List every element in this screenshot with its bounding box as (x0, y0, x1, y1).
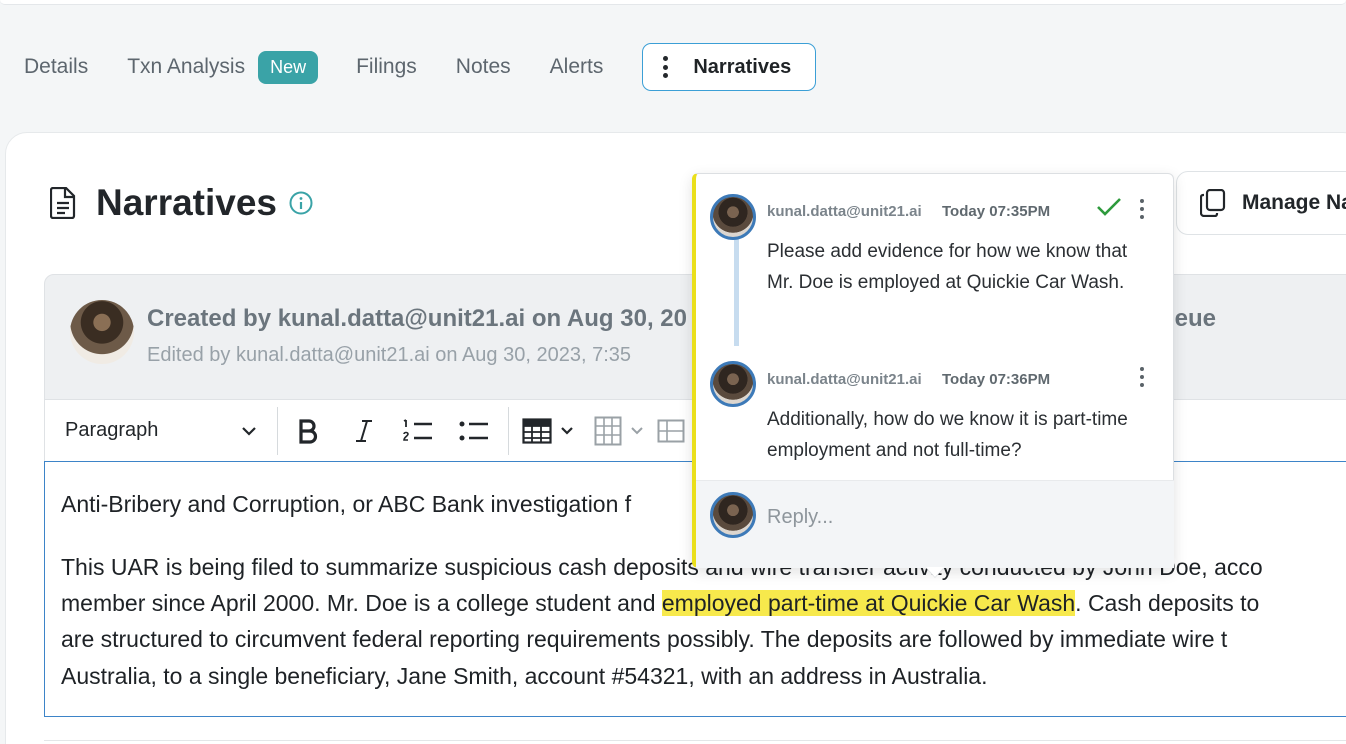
comment-body: Please add evidence for how we know that… (767, 241, 1128, 293)
tab-details[interactable]: Details (24, 55, 88, 79)
tab-alerts[interactable]: Alerts (550, 55, 604, 79)
top-bar (0, 0, 1346, 5)
comment-menu-icon[interactable] (1140, 367, 1144, 387)
table-row-icon (657, 419, 685, 442)
tab-notes[interactable]: Notes (456, 55, 511, 79)
page-title-row: Narratives (50, 182, 313, 224)
tab-filings[interactable]: Filings (356, 55, 417, 79)
info-icon[interactable] (289, 191, 313, 215)
divider (44, 740, 1346, 741)
editor-line: are structured to circumvent federal rep… (61, 626, 1228, 652)
chevron-down-icon (631, 426, 643, 434)
chevron-down-icon (561, 426, 573, 435)
comment-author: kunal.datta@unit21.ai (767, 371, 922, 388)
comment-author: kunal.datta@unit21.ai (767, 203, 922, 220)
table-column-button[interactable] (587, 400, 651, 462)
insert-table-button[interactable] (509, 400, 587, 462)
new-badge: New (258, 50, 319, 84)
bullet-list-icon (459, 421, 488, 440)
comment-menu-icon[interactable] (1140, 199, 1144, 219)
paragraph-select-value: Paragraph (65, 419, 159, 441)
editor-line: Australia, to a single beneficiary, Jane… (61, 663, 988, 689)
avatar (710, 492, 756, 538)
paragraph-select[interactable]: Paragraph (45, 400, 277, 462)
comment-body: Additionally, how do we know it is part-… (767, 409, 1128, 461)
bold-button[interactable] (278, 400, 338, 462)
kebab-icon[interactable] (663, 56, 669, 78)
avatar (710, 194, 756, 240)
numbered-list-button[interactable] (390, 400, 446, 462)
page-title: Narratives (96, 182, 278, 223)
check-icon[interactable] (1096, 197, 1122, 217)
reply-input[interactable]: Reply... (767, 506, 833, 529)
editor-text: member since April 2000. Mr. Doe is a co… (61, 590, 662, 616)
comment-thread-popover: kunal.datta@unit21.ai Today 07:35PM Plea… (692, 173, 1174, 577)
editor-line-highlighted: member since April 2000. Mr. Doe is a co… (61, 585, 1259, 622)
popover-pointer (926, 567, 944, 577)
avatar (710, 361, 756, 407)
avatar (70, 300, 134, 364)
editor-line: Anti-Bribery and Corruption, or ABC Bank… (61, 491, 632, 517)
italic-button[interactable] (338, 400, 390, 462)
tab-txn-analysis[interactable]: Txn Analysis (127, 55, 245, 79)
table-icon (522, 417, 552, 444)
edited-by-text: Edited by kunal.datta@unit21.ai on Aug 3… (147, 344, 632, 366)
tab-bar: Details Txn Analysis New Filings Notes A… (24, 42, 817, 92)
bullet-list-button[interactable] (446, 400, 502, 462)
bold-icon (299, 418, 318, 444)
italic-icon (356, 419, 372, 442)
comment-timestamp: Today 07:35PM (942, 203, 1051, 220)
created-by-text: Created by kunal.datta@unit21.ai on Aug … (147, 305, 687, 332)
manage-narratives-button[interactable]: Manage Na (1176, 171, 1346, 235)
manage-narratives-label: Manage Na (1242, 191, 1346, 214)
thread-connector (734, 228, 739, 346)
tab-narratives[interactable]: Narratives (642, 43, 817, 91)
table-column-icon (594, 416, 622, 445)
comment-timestamp: Today 07:36PM (942, 371, 1051, 388)
copy-icon (1200, 189, 1226, 217)
tab-narratives-label: Narratives (693, 55, 792, 78)
numbered-list-icon (403, 418, 432, 441)
chevron-down-icon (242, 426, 256, 436)
commented-highlight[interactable]: employed part-time at Quickie Car Wash (661, 590, 1076, 616)
editor-text: . Cash deposits to (1075, 590, 1260, 616)
document-icon (50, 187, 76, 219)
table-row-button[interactable] (651, 400, 691, 462)
